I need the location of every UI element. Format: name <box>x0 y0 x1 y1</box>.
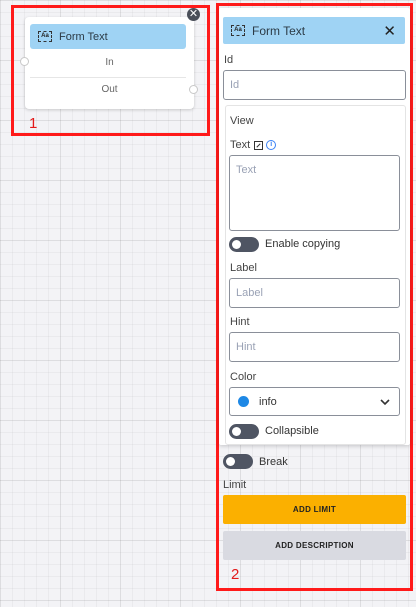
annotation-label-1: 1 <box>29 115 38 132</box>
form-text-node[interactable]: Aa Form Text ✕ In Out <box>20 8 200 109</box>
add-description-button[interactable]: ADD DESCRIPTION <box>223 531 406 560</box>
view-label: View <box>230 115 254 127</box>
break-toggle[interactable] <box>223 454 253 469</box>
output-port-label: Out <box>101 84 118 95</box>
collapsible-toggle[interactable] <box>229 424 259 439</box>
node-title: Form Text <box>59 30 108 43</box>
panel-title: Form Text <box>252 23 306 38</box>
input-port-label: In <box>105 57 114 68</box>
color-swatch <box>238 396 249 407</box>
expand-icon[interactable] <box>254 140 264 150</box>
enable-copying-toggle[interactable] <box>229 237 259 252</box>
text-label: Text <box>230 139 251 151</box>
label-input[interactable]: Label <box>229 278 400 308</box>
enable-copying-label: Enable copying <box>265 238 341 250</box>
annotation-label-2: 2 <box>231 566 240 583</box>
info-icon[interactable]: i <box>266 140 277 151</box>
color-select[interactable]: info <box>229 387 400 416</box>
hint-input[interactable]: Hint <box>229 332 400 362</box>
label-label: Label <box>230 262 257 274</box>
form-text-icon: Aa <box>38 31 52 42</box>
id-label: Id <box>224 54 234 66</box>
node-delete-icon[interactable]: ✕ <box>187 8 200 21</box>
form-text-icon: Aa <box>231 25 245 36</box>
panel-header: Aa Form Text ✕ <box>223 17 405 44</box>
close-icon[interactable]: ✕ <box>383 22 396 40</box>
collapsible-label: Collapsible <box>265 425 319 437</box>
id-input[interactable]: Id <box>223 70 406 100</box>
chevron-down-icon <box>380 398 390 405</box>
text-input[interactable]: Text <box>229 155 400 231</box>
color-value: info <box>259 395 277 408</box>
break-label: Break <box>259 456 288 468</box>
node-divider <box>30 77 186 78</box>
color-label: Color <box>230 371 257 383</box>
hint-label: Hint <box>230 316 250 328</box>
limit-label: Limit <box>223 479 247 491</box>
text-label-row: Text i <box>230 139 277 151</box>
node-header[interactable]: Aa Form Text <box>30 24 186 49</box>
add-limit-button[interactable]: ADD LIMIT <box>223 495 406 524</box>
